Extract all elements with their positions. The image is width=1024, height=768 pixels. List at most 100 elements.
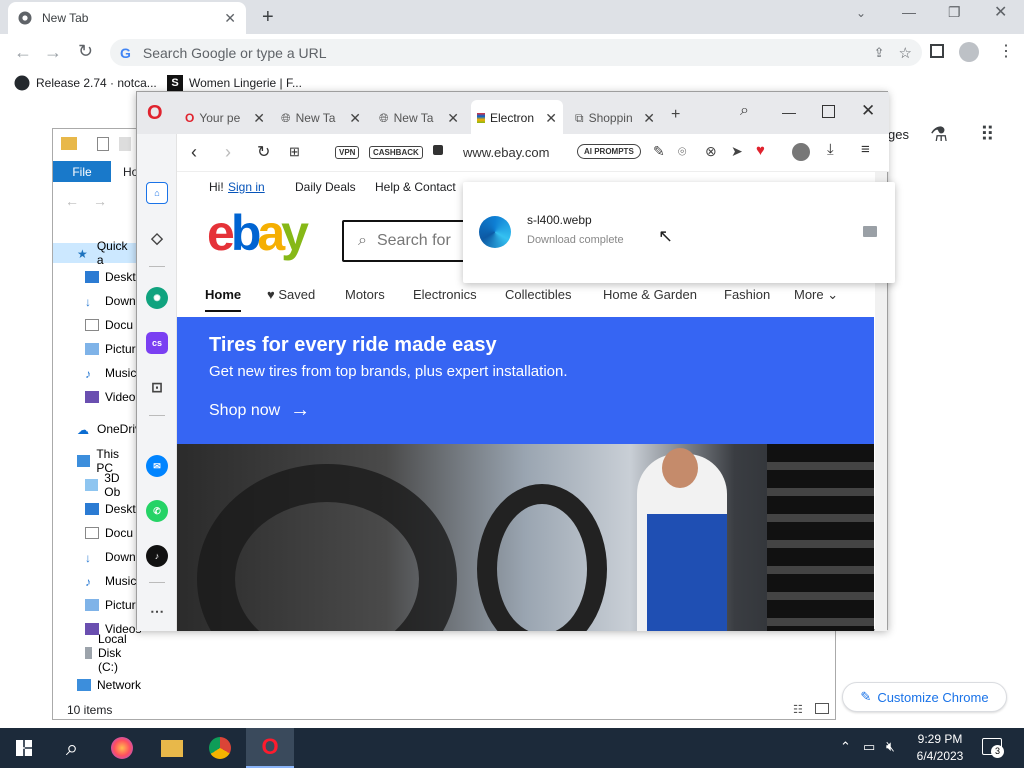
maximize-button[interactable] (822, 105, 835, 118)
network-icon[interactable]: ▭ (863, 739, 875, 755)
nav-local-disk[interactable]: Local Disk (C:) (85, 632, 137, 674)
shop-now-button[interactable]: Shop now → (209, 399, 310, 422)
ntp-link-partial[interactable]: ges (888, 127, 909, 142)
nav-downloads[interactable]: ↓ Down (85, 291, 136, 311)
back-icon[interactable]: ← (65, 193, 79, 209)
restore-button[interactable]: ❐ (948, 4, 961, 21)
nav-desktop-pc[interactable]: Deskto (85, 499, 142, 519)
help-contact-link[interactable]: Help & Contact (375, 180, 456, 194)
tab-search-icon[interactable]: ⌄ (856, 6, 866, 20)
show-in-folder-icon[interactable] (863, 226, 877, 237)
ai-prompts-button[interactable]: AI PROMPTS (577, 144, 641, 159)
minimize-button[interactable]: — (782, 104, 796, 120)
firefox-taskbar[interactable] (98, 728, 146, 768)
opera-taskbar[interactable]: O (246, 728, 294, 768)
camera-icon[interactable]: ⌾ (678, 143, 686, 160)
search-button[interactable]: ⌕ (48, 728, 96, 768)
profile-avatar[interactable] (959, 42, 979, 62)
vpn-badge[interactable]: VPN (335, 146, 360, 159)
close-icon[interactable]: ✕ (224, 10, 236, 27)
forward-icon[interactable]: → (44, 42, 62, 63)
opera-tab-electronics[interactable]: Electron ✕ (471, 100, 563, 136)
nav-music-pc[interactable]: ♪ Music (85, 571, 136, 591)
opera-tab-your-pe[interactable]: O Your pe ✕ (179, 100, 271, 136)
nav-music[interactable]: ♪ Music (85, 363, 136, 383)
forward-icon[interactable]: → (93, 193, 107, 209)
home-icon[interactable]: ⌂ (146, 182, 168, 204)
tab-grid-icon[interactable]: ⊞ (289, 144, 300, 160)
nav-saved[interactable]: ♥ Saved (267, 287, 315, 302)
address-bar[interactable]: www.ebay.com (463, 145, 549, 160)
start-button[interactable] (0, 728, 48, 768)
easy-setup-icon[interactable]: ≡ (861, 141, 870, 158)
close-window-button[interactable]: ✕ (861, 101, 875, 121)
tracker-block-icon[interactable]: ⊗ (705, 143, 717, 160)
volume-muted-icon[interactable]: 🔇︎ (886, 738, 895, 755)
large-icons-view-icon[interactable] (815, 703, 829, 714)
chrome-tab-new-tab[interactable]: New Tab ✕ (8, 2, 246, 34)
hero-banner[interactable]: Tires for every ride made easy Get new t… (177, 317, 874, 444)
bookmark-item-release[interactable]: Release 2.74 · notca... (14, 75, 157, 91)
bookmark-item-lingerie[interactable]: S Women Lingerie | F... (167, 75, 302, 91)
opera-logo-icon[interactable]: O (147, 102, 163, 125)
chrome-taskbar[interactable] (196, 728, 244, 768)
explorer-taskbar[interactable] (148, 728, 196, 768)
more-icon[interactable]: ⋯ (146, 600, 168, 622)
nav-home-garden[interactable]: Home & Garden (603, 287, 697, 302)
minimize-button[interactable]: — (902, 4, 916, 20)
nav-desktop[interactable]: Deskto (85, 267, 142, 287)
daily-deals-link[interactable]: Daily Deals (295, 180, 356, 194)
messenger-icon[interactable]: ✉ (146, 455, 168, 477)
nav-pictures-pc[interactable]: Pictur (85, 595, 136, 615)
side-panel-icon[interactable] (930, 44, 944, 58)
nav-this-pc[interactable]: This PC (77, 447, 137, 475)
chatgpt-icon[interactable]: ✺ (146, 287, 168, 309)
nav-motors[interactable]: Motors (345, 287, 385, 302)
downloads-icon[interactable]: ⤓ (827, 141, 834, 158)
nav-more[interactable]: More ⌄ (794, 287, 838, 303)
forward-icon[interactable]: › (225, 142, 231, 163)
cashback-badge[interactable]: CASHBACK (369, 146, 423, 159)
shopping-bag-icon[interactable]: ⊡ (146, 376, 168, 398)
lock-icon[interactable] (433, 145, 443, 155)
reload-icon[interactable]: ↻ (257, 142, 270, 162)
send-icon[interactable]: ➤ (731, 143, 743, 160)
heart-icon[interactable]: ♥ (756, 142, 765, 159)
customize-chrome-button[interactable]: ✎ Customize Chrome (842, 682, 1007, 712)
close-icon[interactable]: ✕ (349, 110, 361, 127)
nav-videos[interactable]: Video (85, 387, 135, 407)
close-icon[interactable]: ✕ (253, 110, 265, 127)
close-icon[interactable]: ✕ (643, 110, 655, 127)
opera-tab-shopping[interactable]: ⧉ Shoppin ✕ (569, 100, 661, 136)
nav-3d-objects[interactable]: 3D Ob (85, 471, 137, 499)
whatsapp-icon[interactable]: ✆ (146, 500, 168, 522)
close-icon[interactable]: ✕ (545, 110, 557, 127)
nav-collectibles[interactable]: Collectibles (505, 287, 571, 302)
bookmarks-icon[interactable]: ◇ (146, 227, 168, 249)
bookmark-star-icon[interactable]: ☆ (899, 44, 912, 62)
nav-pictures[interactable]: Pictur (85, 339, 136, 359)
opera-tab-new-tab-1[interactable]: 🌐︎ New Ta ✕ (275, 100, 367, 136)
properties-icon[interactable] (97, 137, 109, 151)
new-tab-button[interactable]: + (262, 6, 274, 29)
file-tab[interactable]: File (53, 161, 111, 182)
sign-in-link[interactable]: Sign in (228, 180, 265, 194)
nav-downloads-pc[interactable]: ↓ Down (85, 547, 136, 567)
action-center-button[interactable]: 3 (982, 738, 1004, 758)
search-tabs-icon[interactable]: ⌕ (740, 102, 749, 120)
nav-fashion[interactable]: Fashion (724, 287, 770, 302)
nav-network[interactable]: Network (77, 675, 141, 695)
back-icon[interactable]: ← (14, 42, 32, 63)
omnibox[interactable]: G Search Google or type a URL ⇪ ☆ (110, 39, 922, 66)
back-icon[interactable]: ‹ (191, 142, 197, 163)
edit-icon[interactable]: ✎ (653, 143, 665, 160)
nav-documents[interactable]: Docu (85, 315, 133, 335)
nav-home[interactable]: Home (205, 287, 242, 312)
nav-quick-access[interactable]: ★ Quick a (53, 239, 137, 267)
reload-icon[interactable]: ↻ (78, 41, 93, 62)
chatsonic-icon[interactable]: cs (146, 332, 168, 354)
nav-onedrive[interactable]: ☁ OneDriv (77, 419, 141, 439)
apps-grid-icon[interactable]: ⠿ (980, 122, 995, 147)
tiktok-icon[interactable]: ♪ (146, 545, 168, 567)
opera-tab-new-tab-2[interactable]: 🌐︎ New Ta ✕ (373, 100, 465, 136)
